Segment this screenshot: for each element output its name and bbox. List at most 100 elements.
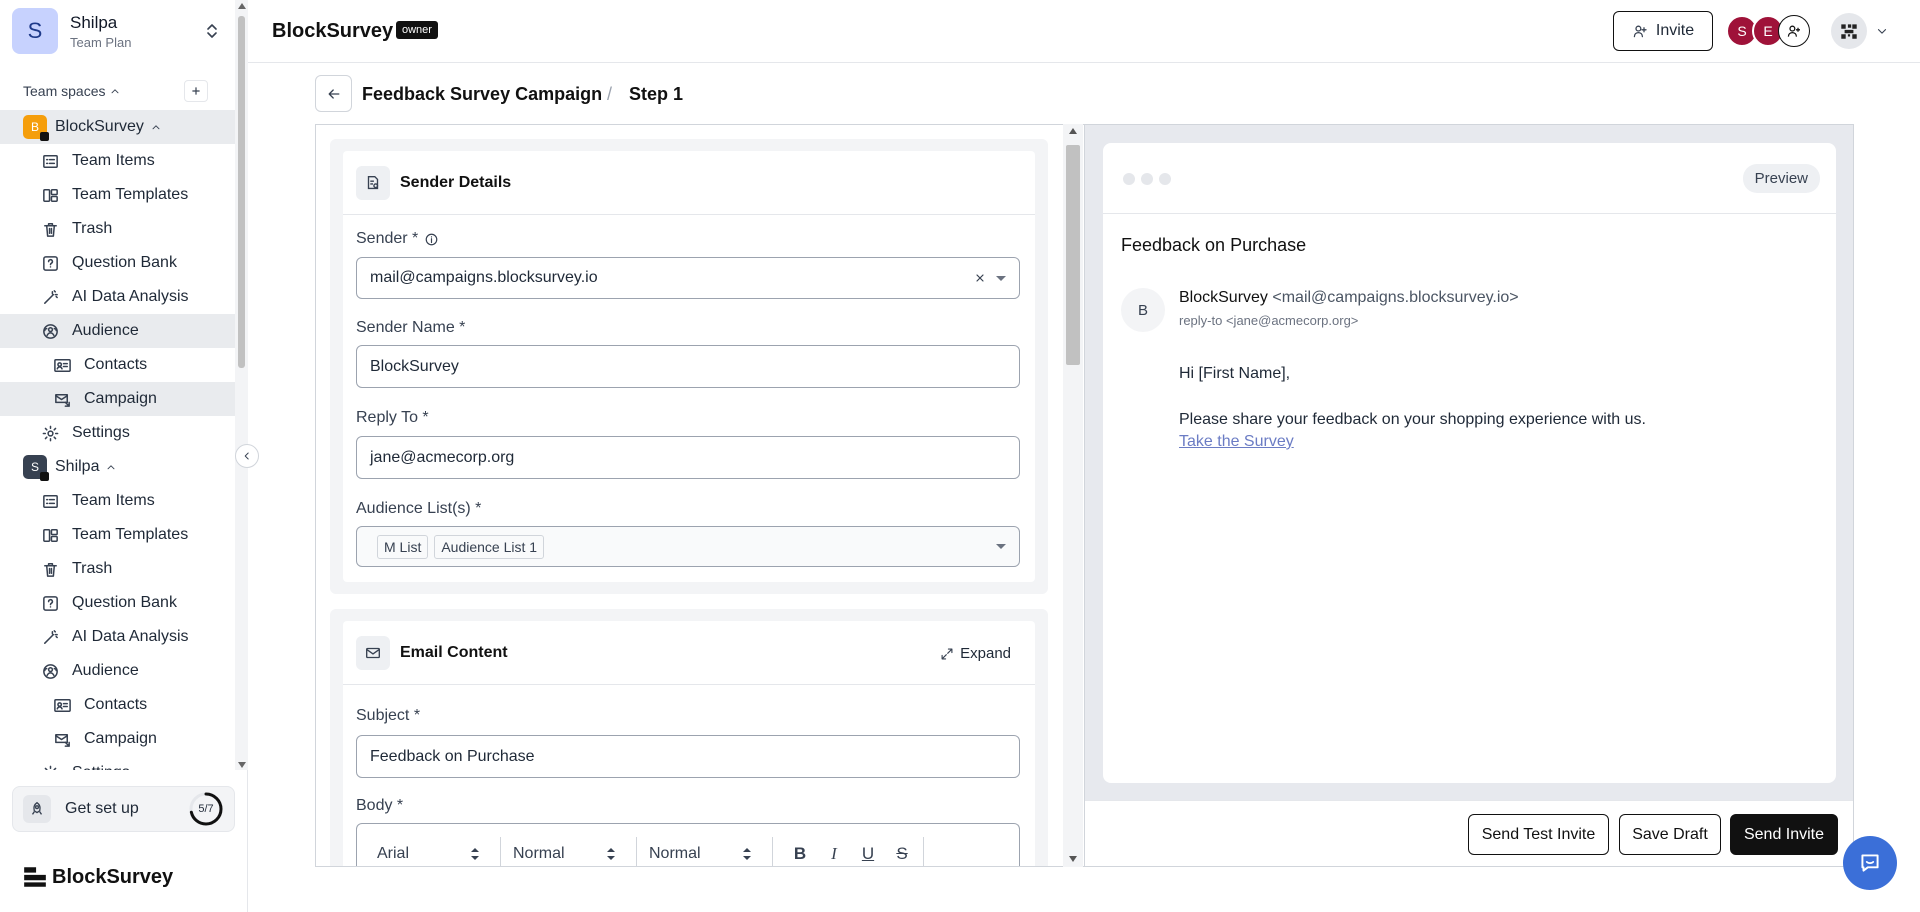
sender-select[interactable]: mail@campaigns.blocksurvey.io [356,257,1020,299]
invite-button[interactable]: Invite [1613,11,1713,51]
font-family-select[interactable]: Arial [365,836,501,866]
envelope-icon [356,635,390,670]
breadcrumb-separator: / [607,84,613,104]
gear-icon [41,764,60,770]
send-test-invite-button[interactable]: Send Test Invite [1468,814,1609,855]
audience-tag[interactable]: M List [377,534,429,559]
sidebar-scroll-thumb[interactable] [238,16,245,368]
body-editor-toolbar: Arial Normal Normal B I U S [356,823,1020,867]
info-icon[interactable] [424,232,439,247]
magic-wand-icon [41,288,60,307]
role-badge: owner [396,21,438,39]
scroll-up-arrow[interactable] [238,3,246,9]
sidebar-item-settings[interactable]: Settings [0,756,235,770]
preview-from-email: <mail@campaigns.blocksurvey.io> [1272,289,1519,306]
team-space-shilpa[interactable]: S Shilpa [0,450,235,484]
collapse-sidebar-button[interactable] [235,444,259,468]
email-content-title: Email Content [400,643,508,661]
form-scroll-thumb[interactable] [1066,145,1080,365]
preview-pill: Preview [1742,164,1820,193]
scroll-up-arrow[interactable] [1069,128,1077,134]
expand-button[interactable]: Expand [940,645,1011,662]
italic-button[interactable]: I [817,837,851,867]
add-team-space-button[interactable] [184,80,208,102]
font-size-value: Normal [513,844,565,862]
sidebar-item-team-items[interactable]: Team Items [0,484,235,518]
preview-subject: Feedback on Purchase [1121,235,1307,255]
contacts-icon [53,356,72,375]
workspace-title: BlockSurvey [272,20,394,42]
audience-tag[interactable]: Audience List 1 [434,534,545,559]
back-button[interactable] [315,75,352,112]
sidebar-item-campaign[interactable]: Campaign [0,722,235,756]
underline-button[interactable]: U [851,837,885,867]
sidebar-item-question-bank[interactable]: Question Bank [0,246,235,280]
audience-icon [41,662,60,681]
chat-icon [1861,854,1879,872]
sidebar-item-audience[interactable]: Audience [0,314,235,348]
sidebar-item-contacts[interactable]: Contacts [0,348,235,382]
reply-to-label: Reply To * [356,409,429,426]
subject-input[interactable]: Feedback on Purchase [356,735,1020,778]
trash-icon [41,560,60,579]
sidebar-item-audience[interactable]: Audience [0,654,235,688]
expand-icon [940,647,954,661]
contacts-icon [53,696,72,715]
scroll-down-arrow[interactable] [1069,856,1077,862]
sidebar-item-trash[interactable]: Trash [0,552,235,586]
sidebar-item-label: Team Items [72,492,155,509]
add-member-button[interactable] [1778,15,1810,47]
send-invite-button[interactable]: Send Invite [1730,814,1838,855]
font-size-select[interactable]: Normal [501,836,637,866]
sidebar-item-ai-data-analysis[interactable]: AI Data Analysis [0,620,235,654]
get-set-up-button[interactable]: Get set up 5/7 [12,786,235,832]
sidebar-item-settings[interactable]: Settings [0,416,235,450]
support-chat-button[interactable] [1843,836,1897,890]
clear-icon[interactable] [974,272,986,284]
sender-details-card: Sender Details Sender * mail@campaigns.b… [330,139,1048,594]
email-preview-panel: Preview Feedback on Purchase B BlockSurv… [1084,124,1854,867]
sidebar-item-label: Team Templates [72,526,189,543]
sidebar-item-question-bank[interactable]: Question Bank [0,586,235,620]
sender-avatar: B [1121,288,1165,332]
user-name: Shilpa [70,12,118,32]
team-space-blocksurvey[interactable]: B BlockSurvey [0,110,235,144]
sender-name-input[interactable]: BlockSurvey [356,345,1020,388]
account-menu[interactable] [1831,13,1889,49]
breadcrumb-step: Step 1 [629,84,684,104]
chevron-updown-icon [202,21,222,41]
sidebar-item-label: Campaign [84,390,157,407]
workspace-badge: S [23,455,49,481]
sidebar-item-label: Team Items [72,152,155,169]
list-icon [41,492,60,511]
bold-button[interactable]: B [783,837,817,867]
chevron-left-icon [241,450,253,462]
strikethrough-button[interactable]: S [885,837,919,867]
team-spaces-header[interactable]: Team spaces [0,72,235,110]
sidebar-item-team-templates[interactable]: Team Templates [0,518,235,552]
breadcrumb-campaign[interactable]: Feedback Survey Campaign [362,84,602,105]
brand-logo[interactable]: BlockSurvey [22,864,173,890]
account-avatar-icon [1831,13,1867,49]
sidebar-item-trash[interactable]: Trash [0,212,235,246]
take-survey-link[interactable]: Take the Survey [1179,433,1294,451]
updown-arrow-icon [606,847,616,861]
rocket-icon [23,795,51,823]
invite-label: Invite [1655,22,1695,39]
user-avatar: S [12,8,58,54]
email-content-card: Email Content Expand Subject * Feedback … [330,609,1048,867]
sender-name-label: Sender Name * [356,319,466,336]
save-draft-button[interactable]: Save Draft [1619,814,1721,855]
text-style-select[interactable]: Normal [637,836,773,866]
sidebar-item-ai-data-analysis[interactable]: AI Data Analysis [0,280,235,314]
sidebar-item-team-items[interactable]: Team Items [0,144,235,178]
user-switcher[interactable]: S Shilpa Team Plan [12,6,222,56]
scroll-down-arrow[interactable] [238,762,246,768]
sidebar-item-campaign[interactable]: Campaign [0,382,235,416]
updown-arrow-icon [470,847,480,861]
reply-to-input[interactable]: jane@acmecorp.org [356,436,1020,479]
sidebar-item-contacts[interactable]: Contacts [0,688,235,722]
sidebar-item-label: Contacts [84,696,148,713]
audience-list-select[interactable]: M List Audience List 1 [356,526,1020,567]
sidebar-item-team-templates[interactable]: Team Templates [0,178,235,212]
